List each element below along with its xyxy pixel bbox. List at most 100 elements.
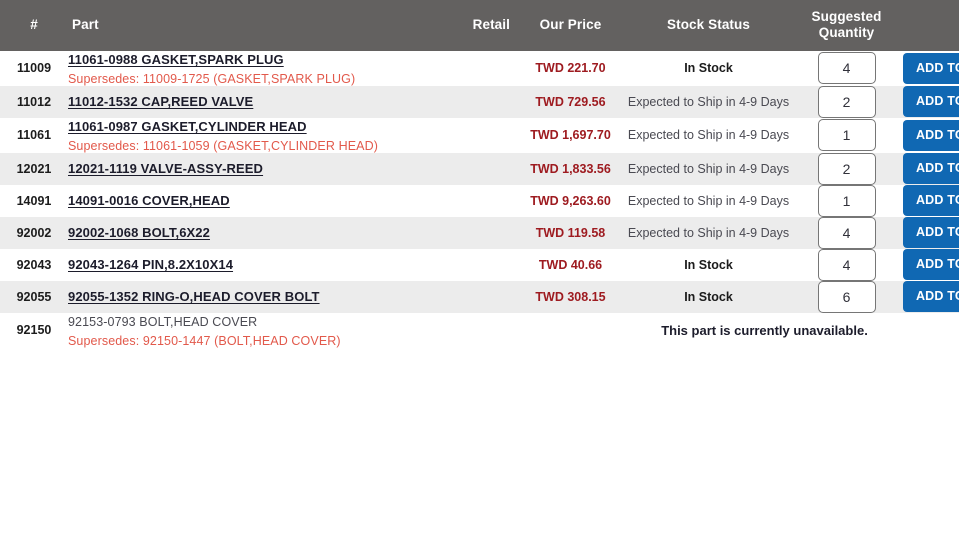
our-price-cell: TWD 1,833.56 [530,161,611,176]
retail-price-cell [421,153,514,185]
part-name-link[interactable]: 92043-1264 PIN,8.2X10X14 [68,257,233,272]
our-price-cell: TWD 1,697.70 [530,128,611,143]
part-description-cell: 11061-0988 GASKET,SPARK PLUG Supersedes: … [68,51,421,86]
column-header-number: # [0,0,68,51]
part-number-cell: 92055 [16,289,52,304]
quantity-cell [790,118,903,153]
part-name-link[interactable]: 14091-0016 COVER,HEAD [68,193,230,208]
table-row: 12021 12021-1119 VALVE-ASSY-REED TWD 1,833… [0,152,959,185]
table-row: 92043 92043-1264 PIN,8.2X10X14 TWD 40.66 In… [0,248,959,281]
quantity-cell [790,216,903,249]
quantity-cell [790,85,903,118]
table-row: 92002 92002-1068 BOLT,6X22 TWD 119.58 Expec… [0,216,959,249]
part-number-cell: 92043 [16,257,52,272]
action-cell: ADD TO CART [903,51,959,86]
add-to-cart-button[interactable]: ADD TO CART [903,86,959,118]
stock-status-cell: Expected to Ship in 4-9 Days [627,225,790,240]
action-cell: ADD TO CART [903,153,959,185]
part-name-link[interactable]: 12021-1119 VALVE-ASSY-REED [68,161,263,176]
supersedes-note: Supersedes: 92150-1447 (BOLT,HEAD COVER) [68,333,341,348]
quantity-cell [790,280,903,313]
quantity-cell [790,152,903,185]
supersedes-note: Supersedes: 11061-1059 (GASKET,CYLINDER … [68,138,378,153]
our-price-cell: TWD 221.70 [535,61,606,76]
table-row: 11012 11012-1532 CAP,REED VALVE TWD 729.56… [0,85,959,118]
part-number-cell: 12021 [16,161,52,176]
part-number-cell: 14091 [16,193,52,208]
action-cell: ADD TO CART [903,185,959,217]
retail-price-cell [421,51,514,86]
supersedes-note: Supersedes: 11009-1725 (GASKET,SPARK PLU… [68,71,356,86]
retail-price-cell [421,118,514,153]
quantity-input[interactable] [817,85,876,118]
add-to-cart-button[interactable]: ADD TO CART [903,281,959,313]
part-description-cell: 12021-1119 VALVE-ASSY-REED [68,153,421,185]
quantity-input[interactable] [817,152,876,185]
column-header-price: Our Price [514,0,627,51]
part-name-link[interactable]: 92002-1068 BOLT,6X22 [68,225,210,240]
table-row: 11061 11061-0987 GASKET,CYLINDER HEAD Supe… [0,117,959,153]
quantity-cell [790,51,903,86]
unavailable-message: This part is currently unavailable. [661,322,868,338]
quantity-cell [790,248,903,281]
action-cell: ADD TO CART [903,249,959,281]
table-row: 11009 11061-0988 GASKET,SPARK PLUG Superse… [0,50,959,86]
add-to-cart-button[interactable]: ADD TO CART [903,217,959,249]
stock-status-cell: Expected to Ship in 4-9 Days [627,161,790,176]
retail-price-cell [421,249,514,281]
part-number-cell: 92002 [16,225,52,240]
retail-price-cell [421,86,514,118]
quantity-input[interactable] [817,119,876,152]
quantity-input[interactable] [817,184,876,217]
stock-status-cell: In Stock [684,257,733,272]
our-price-cell: TWD 40.66 [538,257,603,272]
retail-price-cell [421,281,514,313]
part-description-cell: 92002-1068 BOLT,6X22 [68,217,421,249]
column-header-retail: Retail [421,0,514,51]
table-row: 92150 92153-0793 BOLT,HEAD COVER Supersede… [0,312,959,348]
table-row: 92055 92055-1352 RING-O,HEAD COVER BOLT TW… [0,280,959,313]
part-name-link[interactable]: 92055-1352 RING-O,HEAD COVER BOLT [68,289,320,304]
quantity-cell [790,184,903,217]
table-body: 11009 11061-0988 GASKET,SPARK PLUG Superse… [0,50,959,348]
part-description-cell: 92043-1264 PIN,8.2X10X14 [68,249,421,281]
part-name-link[interactable]: 11061-0988 GASKET,SPARK PLUG [68,52,284,67]
our-price-cell: TWD 119.58 [535,225,606,240]
part-name-link[interactable]: 11061-0987 GASKET,CYLINDER HEAD [68,119,307,134]
part-description-cell: 92153-0793 BOLT,HEAD COVER Supersedes: 92… [68,313,421,348]
table-header: # Part Retail Our Price Stock Status Sug… [0,0,959,51]
part-description-cell: 92055-1352 RING-O,HEAD COVER BOLT [68,281,421,313]
retail-price-cell [421,217,514,249]
part-description-cell: 11012-1532 CAP,REED VALVE [68,86,421,118]
add-to-cart-button[interactable]: ADD TO CART [903,249,959,281]
quantity-input[interactable] [817,248,876,281]
add-to-cart-button[interactable]: ADD TO CART [903,185,959,217]
add-to-cart-button[interactable]: ADD TO CART [903,119,959,151]
stock-status-cell: Expected to Ship in 4-9 Days [627,94,790,109]
action-cell: ADD TO CART [903,217,959,249]
column-header-quantity: Suggested Quantity [790,0,903,51]
quantity-input[interactable] [817,280,876,313]
action-cell: ADD TO CART [903,281,959,313]
our-price-cell: TWD 9,263.60 [530,193,611,208]
add-to-cart-button[interactable]: ADD TO CART [903,153,959,185]
quantity-input[interactable] [817,52,876,85]
quantity-input[interactable] [817,216,876,249]
column-header-stock: Stock Status [627,0,790,51]
action-cell: ADD TO CART [903,86,959,118]
table-header-row: # Part Retail Our Price Stock Status Sug… [0,0,959,51]
table-row: 14091 14091-0016 COVER,HEAD TWD 9,263.60 Ex… [0,184,959,217]
part-name-link[interactable]: 11012-1532 CAP,REED VALVE [68,94,253,109]
our-price-cell: TWD 308.15 [535,289,606,304]
column-header-action [903,0,959,51]
part-number-cell: 92150 [16,323,52,338]
part-number-cell: 11061 [16,128,52,143]
column-header-part: Part [68,0,421,51]
stock-status-cell: Expected to Ship in 4-9 Days [627,193,790,208]
retail-price-cell [421,313,514,348]
stock-status-cell: In Stock [684,289,733,304]
add-to-cart-button[interactable]: ADD TO CART [903,52,959,84]
parts-table: # Part Retail Our Price Stock Status Sug… [0,0,959,348]
part-description-cell: 11061-0987 GASKET,CYLINDER HEAD Supersede… [68,118,421,153]
our-price-cell: TWD 729.56 [535,94,606,109]
